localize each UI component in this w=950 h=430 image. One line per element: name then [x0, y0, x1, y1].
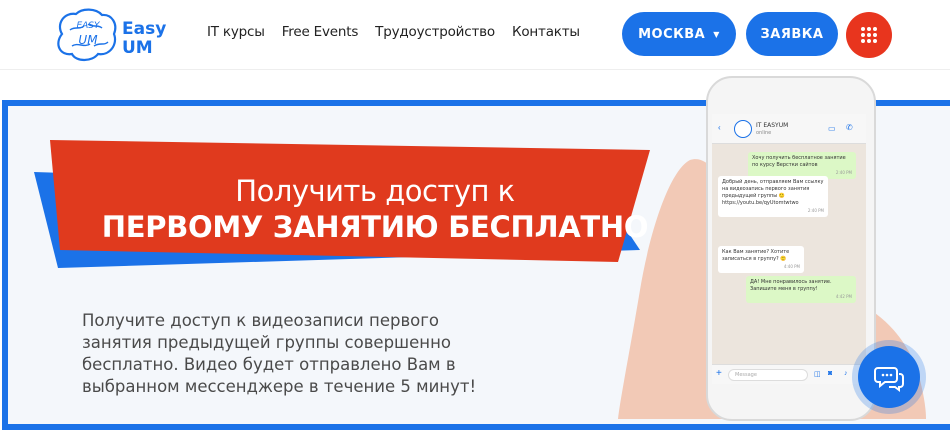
chat-contact-status: online — [756, 130, 772, 136]
promo-description: Получите доступ к видеозаписи первого за… — [82, 311, 477, 396]
phone-call-icon[interactable]: ✆ — [846, 123, 853, 132]
chat-message: Как Вам занятие? Хотите записаться в гру… — [718, 246, 804, 273]
chat-bubbles-icon — [874, 367, 904, 392]
microphone-icon[interactable]: ♪ — [844, 370, 848, 377]
promo-headline-line1: Получить доступ к — [235, 174, 515, 208]
message-input[interactable]: Message — [728, 369, 808, 381]
back-arrow-icon[interactable]: ‹ — [718, 123, 721, 132]
chat-message: Хочу получить бесплатное занятие по курс… — [748, 152, 856, 179]
chat-message: Добрый день, отправляем Вам ссылку на ви… — [718, 176, 828, 217]
chat-contact-name: IT EASYUM — [756, 122, 789, 129]
avatar — [734, 120, 752, 138]
camera-icon[interactable]: ◙ — [828, 370, 832, 377]
chat-message: ДА! Мне понравилось занятие. Запишите ме… — [746, 276, 856, 303]
chat-header: ‹ IT EASYUM online ▭ ✆ — [712, 114, 866, 144]
sticker-icon[interactable]: ◫ — [814, 370, 821, 378]
plus-icon[interactable]: + — [716, 368, 722, 379]
chat-widget-button[interactable] — [858, 346, 920, 408]
video-call-icon[interactable]: ▭ — [828, 124, 836, 133]
chat-screen: ‹ IT EASYUM online ▭ ✆ Хочу получить бес… — [712, 114, 866, 384]
chat-input-bar: + Message ◫ ◙ ♪ — [712, 364, 866, 384]
promo-headline-line2: ПЕРВОМУ ЗАНЯТИЮ БЕСПЛАТНО — [101, 210, 649, 244]
